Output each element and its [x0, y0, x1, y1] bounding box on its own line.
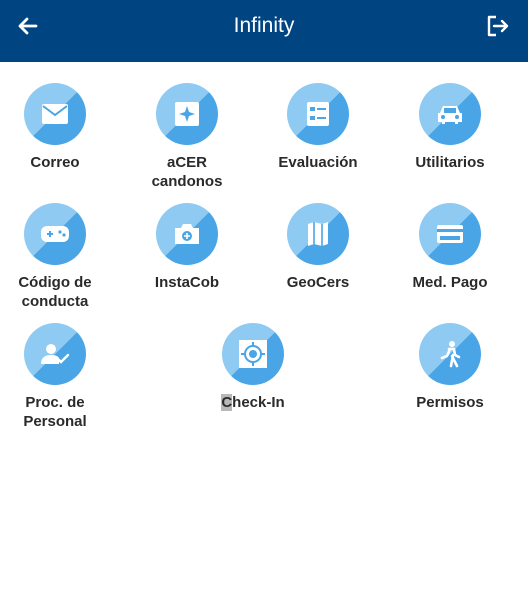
car-icon: [419, 83, 481, 145]
logout-icon[interactable]: [484, 12, 512, 40]
tile-check-in[interactable]: Check-In: [193, 323, 313, 412]
tile-evaluacion[interactable]: Evaluación: [258, 83, 378, 172]
tile-label: InstaCob: [154, 274, 220, 291]
walking-person-icon: [419, 323, 481, 385]
tile-label: Correo: [30, 154, 80, 171]
text-cursor-highlight: C: [221, 394, 233, 411]
tile-instacob[interactable]: InstaCob: [127, 203, 247, 292]
page-title: Infinity: [233, 14, 295, 37]
checklist-icon: [287, 83, 349, 145]
tile-utilitarios[interactable]: Utilitarios: [390, 83, 510, 172]
credit-card-icon: [419, 203, 481, 265]
tile-label: Check-In: [221, 394, 285, 411]
user-check-icon: [24, 323, 86, 385]
tile-permisos[interactable]: Permisos: [390, 323, 510, 412]
tile-correo[interactable]: Correo: [0, 83, 115, 172]
tile-geocers[interactable]: GeoCers: [258, 203, 378, 292]
tile-proc-personal[interactable]: Proc. de Personal: [0, 323, 115, 431]
tile-label: Código de conducta: [18, 274, 92, 310]
tile-label: GeoCers: [286, 274, 350, 291]
tile-label: Proc. de Personal: [23, 394, 87, 430]
camera-icon: [156, 203, 218, 265]
tile-acer[interactable]: aCER candonos: [127, 83, 247, 191]
gamepad-icon: [24, 203, 86, 265]
map-icon: [287, 203, 349, 265]
app-header: Infinity: [0, 0, 528, 62]
tile-med-pago[interactable]: Med. Pago: [390, 203, 510, 292]
tile-codigo-conducta[interactable]: Código de conducta: [0, 203, 115, 311]
tile-label: Utilitarios: [415, 154, 485, 171]
tile-label: Evaluación: [278, 154, 358, 171]
tile-label: Permisos: [416, 394, 484, 411]
target-icon: [222, 323, 284, 385]
tile-label: Med. Pago: [412, 274, 488, 291]
acer-icon: [156, 83, 218, 145]
tile-label: aCER candonos: [151, 154, 223, 190]
mail-icon: [24, 83, 86, 145]
